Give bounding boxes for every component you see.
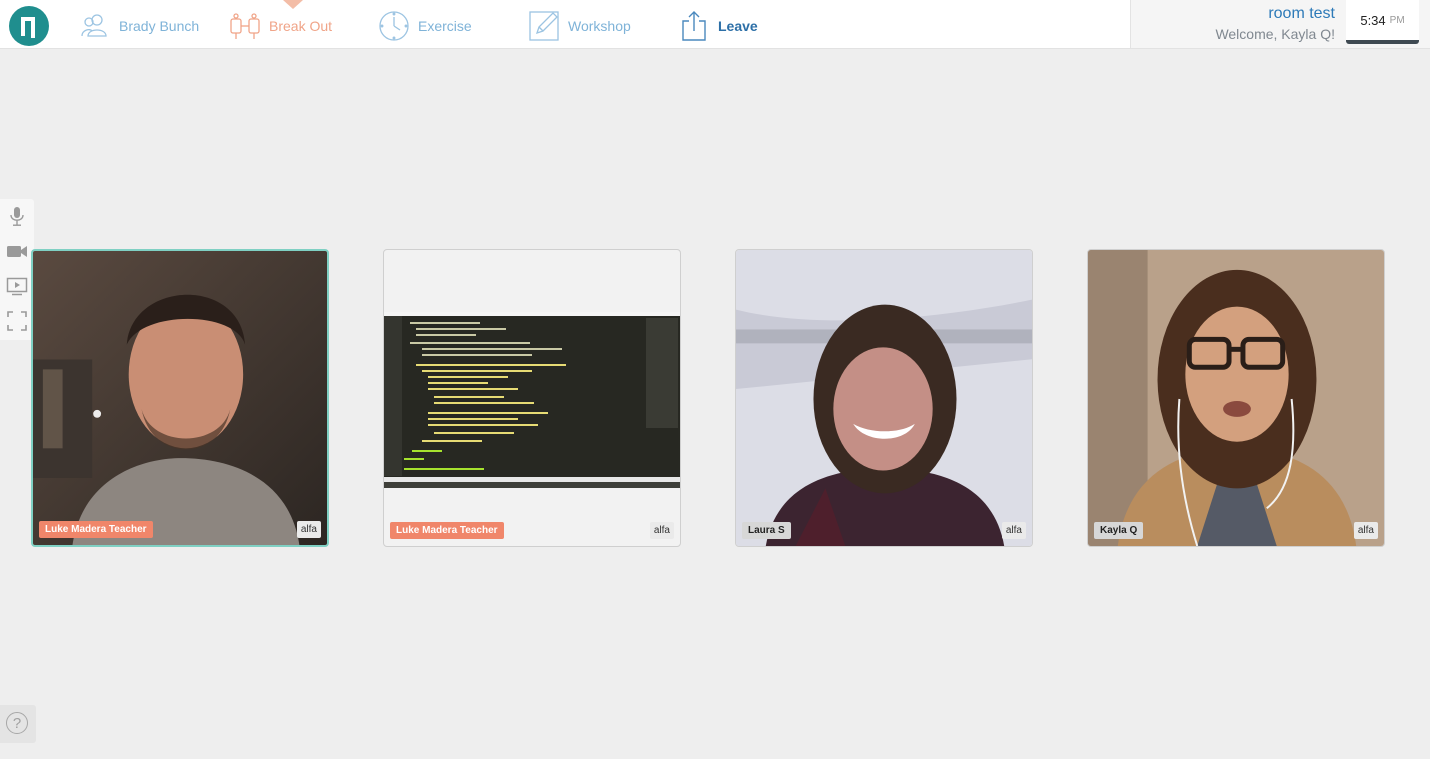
participant-name-tag: Kayla Q bbox=[1094, 522, 1144, 539]
nav-break-out[interactable]: Break Out bbox=[228, 8, 332, 44]
participant-name-tag: Luke Madera Teacher bbox=[39, 521, 153, 538]
code-editor-screenshot-icon bbox=[384, 312, 680, 488]
edit-icon bbox=[527, 9, 561, 43]
microphone-icon[interactable] bbox=[6, 205, 28, 227]
app-logo[interactable] bbox=[9, 6, 49, 46]
participant-badge: alfa bbox=[296, 521, 321, 538]
share-exit-icon bbox=[677, 9, 711, 43]
nav-exercise[interactable]: Exercise bbox=[377, 8, 472, 44]
video-tile-laura[interactable]: Laura S alfa bbox=[735, 249, 1033, 547]
people-icon bbox=[78, 9, 112, 43]
participant-badge: alfa bbox=[1001, 522, 1026, 539]
clock-time: 5:34 bbox=[1360, 12, 1386, 28]
nav-label: Break Out bbox=[269, 18, 333, 34]
camera-icon[interactable] bbox=[6, 240, 28, 262]
help-button[interactable]: ? bbox=[0, 705, 36, 743]
nav-label: Exercise bbox=[418, 18, 472, 34]
participant-video-icon bbox=[1088, 250, 1384, 546]
video-tile-kayla[interactable]: Kayla Q alfa bbox=[1087, 249, 1385, 547]
clock: 5:34 PM bbox=[1346, 0, 1419, 44]
nav-brady-bunch[interactable]: Brady Bunch bbox=[78, 8, 199, 44]
participant-name-tag: Luke Madera Teacher bbox=[390, 522, 504, 539]
nav-label: Workshop bbox=[568, 18, 631, 34]
clock-icon bbox=[377, 9, 411, 43]
nav-label: Leave bbox=[718, 18, 758, 34]
welcome-message: Welcome, Kayla Q! bbox=[1215, 26, 1335, 42]
screen-share-icon[interactable] bbox=[6, 275, 28, 297]
video-tile-luke[interactable]: Luke Madera Teacher alfa bbox=[31, 249, 329, 547]
logo-mark-icon bbox=[21, 17, 35, 38]
fullscreen-icon[interactable] bbox=[6, 310, 28, 332]
participant-name-tag: Laura S bbox=[742, 522, 791, 539]
participant-badge: alfa bbox=[649, 522, 674, 539]
participant-video-icon bbox=[736, 250, 1032, 546]
room-name: room test bbox=[1268, 5, 1335, 22]
media-controls-toolbar bbox=[0, 199, 34, 340]
clock-ampm: PM bbox=[1389, 14, 1405, 26]
participant-video-icon bbox=[33, 251, 327, 545]
nav-workshop[interactable]: Workshop bbox=[527, 8, 631, 44]
nav-leave[interactable]: Leave bbox=[677, 8, 758, 44]
screen-share-tile-luke[interactable]: Luke Madera Teacher alfa bbox=[383, 249, 681, 547]
help-icon: ? bbox=[6, 712, 28, 734]
nav-label: Brady Bunch bbox=[119, 18, 200, 34]
breakout-icon bbox=[228, 9, 262, 43]
top-navigation-bar: Brady Bunch Break Out Exercise Workshop bbox=[0, 0, 1430, 49]
participant-badge: alfa bbox=[1353, 522, 1378, 539]
